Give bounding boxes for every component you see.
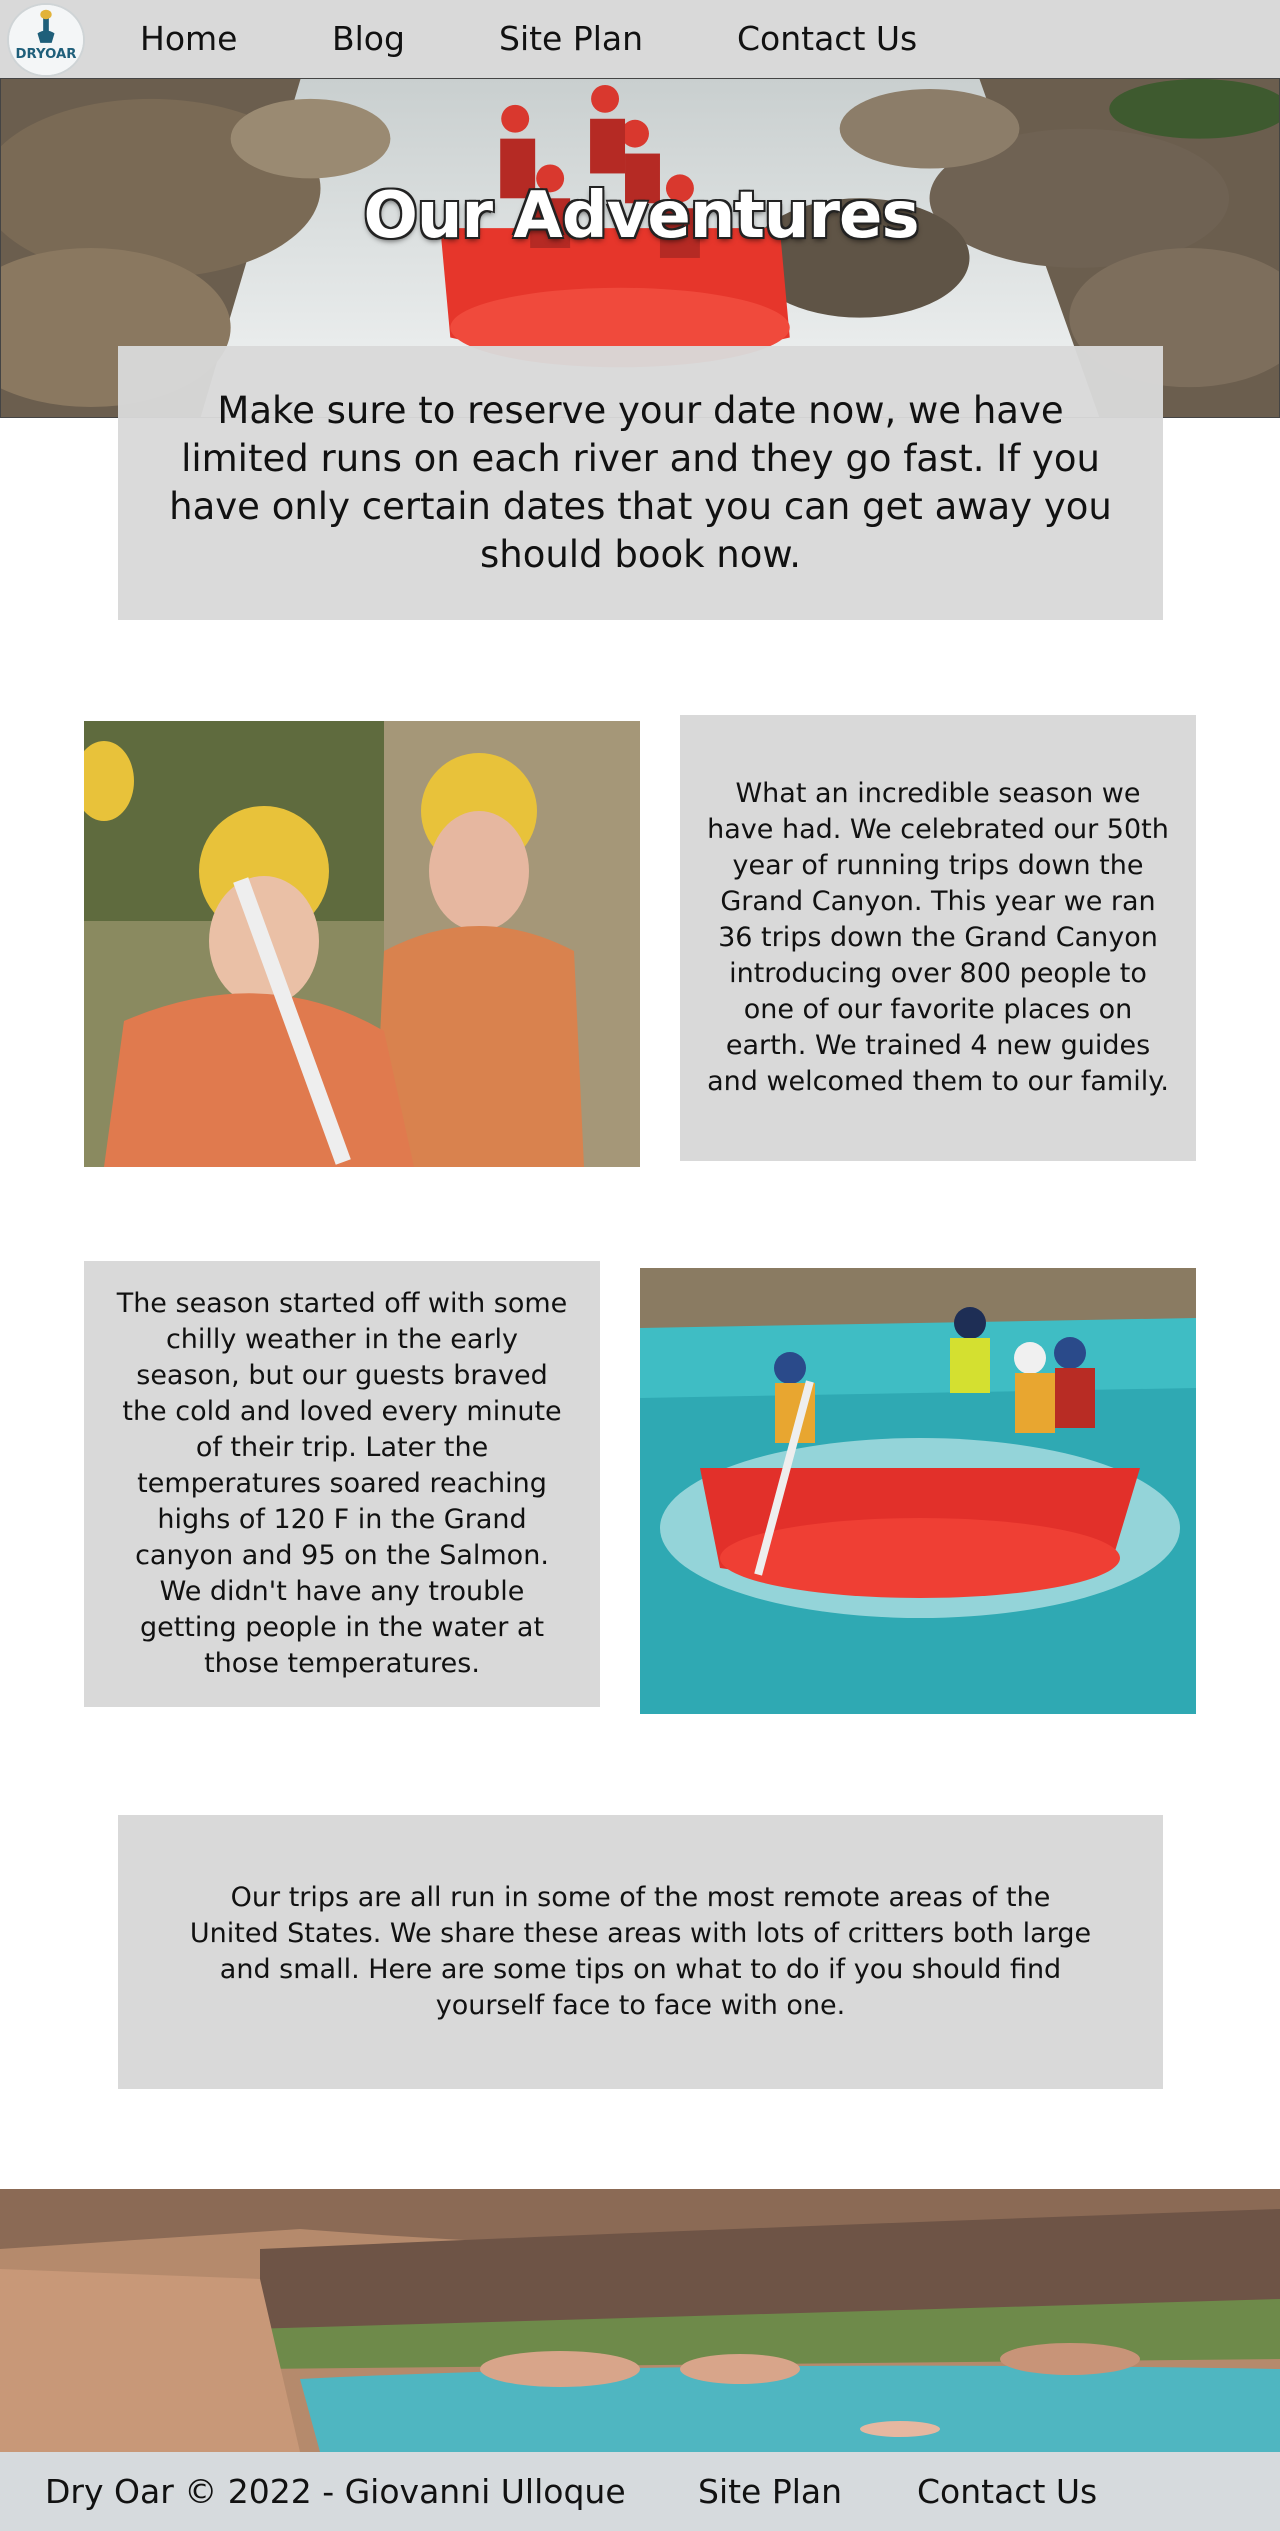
nav-contact-link[interactable]: Contact Us <box>737 0 917 78</box>
nav-blog-link[interactable]: Blog <box>332 0 405 78</box>
reservation-notice: Make sure to reserve your date now, we h… <box>118 346 1163 620</box>
season-recap-text: What an incredible season we have had. W… <box>707 778 1169 1097</box>
nav-site-plan-link[interactable]: Site Plan <box>499 0 643 78</box>
grand-canyon-river-image <box>0 2189 1280 2452</box>
footer-contact-link[interactable]: Contact Us <box>917 2452 1097 2531</box>
season-recap-card: What an incredible season we have had. W… <box>680 715 1196 1161</box>
svg-text:DRYOAR: DRYOAR <box>16 47 77 62</box>
oar-logo-icon: DRYOAR <box>9 5 83 75</box>
top-nav: DRYOAR Home Blog Site Plan Contact Us <box>0 0 1280 78</box>
raft-team-photo <box>640 1268 1196 1714</box>
weather-recap-text: The season started off with some chilly … <box>116 1288 568 1679</box>
page-title: Our Adventures <box>363 179 919 253</box>
smiling-rafters-photo <box>84 721 640 1167</box>
wildlife-tips-text: Our trips are all run in some of the mos… <box>189 1882 1092 2021</box>
footer-copyright: Dry Oar © 2022 - Giovanni Ulloque <box>45 2472 626 2511</box>
footer-site-plan-link[interactable]: Site Plan <box>698 2452 842 2531</box>
nav-home-link[interactable]: Home <box>140 0 237 78</box>
dry-oar-logo[interactable]: DRYOAR <box>7 3 85 77</box>
weather-recap-card: The season started off with some chilly … <box>84 1261 600 1707</box>
reservation-notice-text: Make sure to reserve your date now, we h… <box>169 389 1112 576</box>
site-footer: Dry Oar © 2022 - Giovanni Ulloque Site P… <box>0 2452 1280 2531</box>
wildlife-tips-card: Our trips are all run in some of the mos… <box>118 1815 1163 2089</box>
